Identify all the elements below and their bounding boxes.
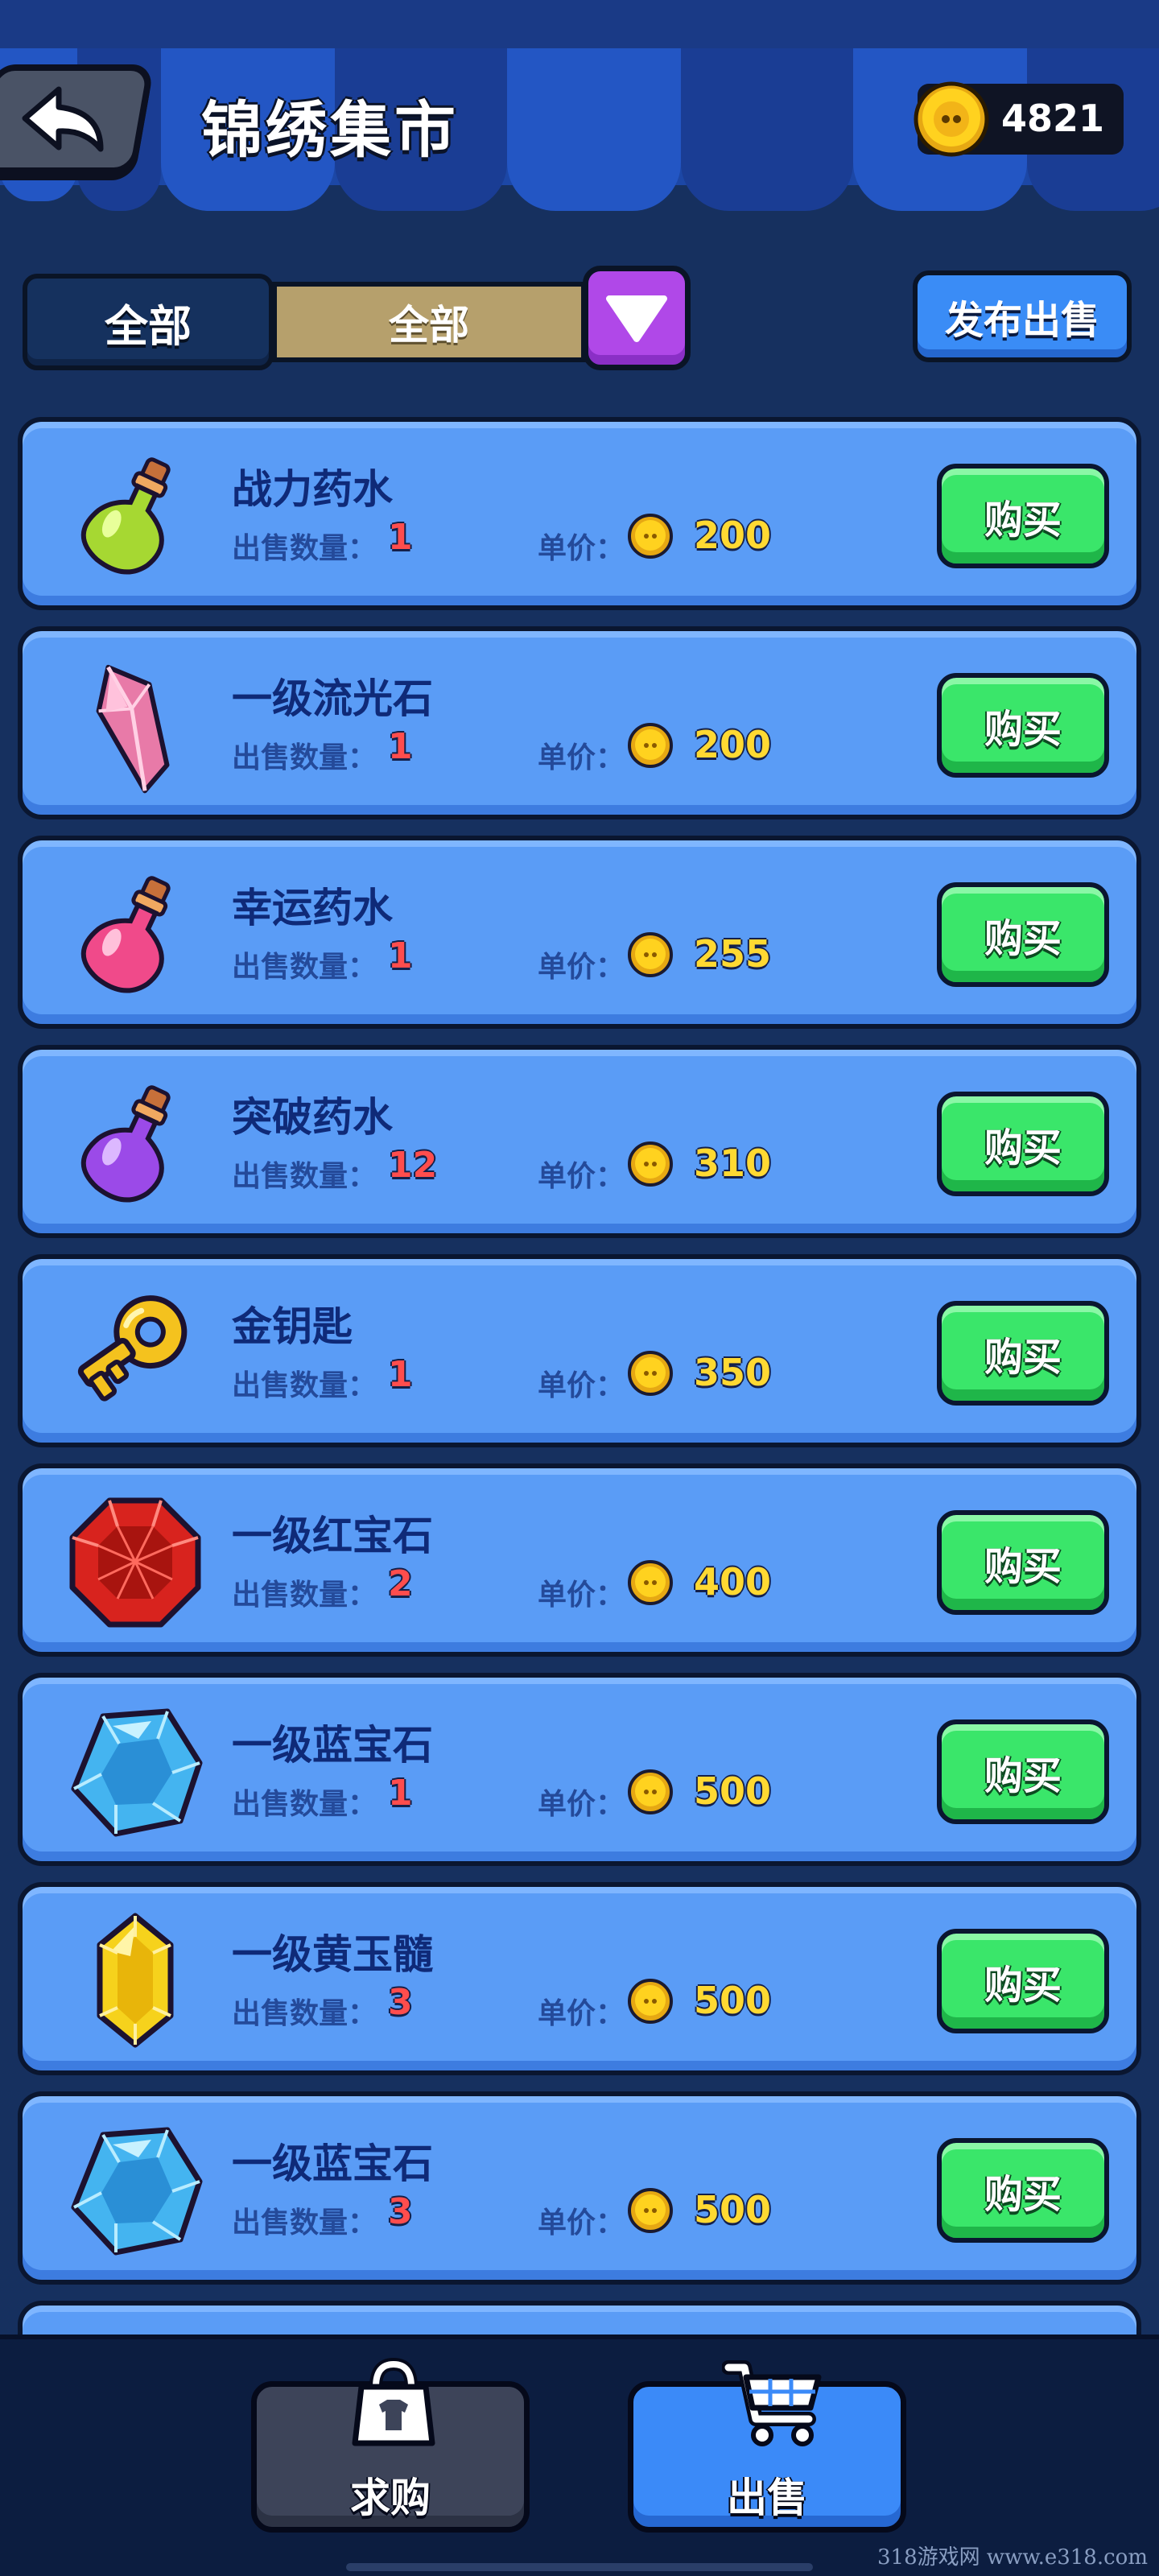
- tab-label: 出售: [727, 2475, 807, 2521]
- quantity-value: 1: [388, 726, 413, 767]
- quantity-label: 出售数量：: [232, 532, 377, 565]
- price-value: 500: [694, 1769, 772, 1813]
- gold-coin-icon: [628, 1769, 673, 1814]
- price-value: 500: [694, 2188, 772, 2231]
- unit-price-label: 单价：: [538, 532, 625, 565]
- red-gem-icon: [69, 1497, 201, 1628]
- quantity-label: 出售数量：: [232, 1997, 377, 2030]
- buy-button[interactable]: 购买: [937, 1719, 1109, 1824]
- price-value: 350: [694, 1351, 772, 1394]
- buy-button[interactable]: 购买: [937, 1301, 1109, 1406]
- unit-price-label: 单价：: [538, 2207, 625, 2240]
- green-potion-icon: [80, 457, 171, 575]
- list-item: 一级蓝宝石 出售数量： 1 单价： 500 购买: [18, 1673, 1141, 1866]
- item-name: 一级红宝石: [232, 1513, 433, 1559]
- buy-button[interactable]: 购买: [937, 1929, 1109, 2033]
- tab-purchase-request[interactable]: 求购: [251, 2357, 530, 2533]
- quantity-value: 1: [388, 935, 413, 976]
- shopping-bag-icon: [352, 2357, 435, 2446]
- quantity-label: 出售数量：: [232, 2207, 377, 2240]
- cart-icon: [722, 2360, 822, 2446]
- quantity-value: 2: [388, 1563, 413, 1604]
- buy-button[interactable]: 购买: [937, 464, 1109, 568]
- golden-key-icon: [77, 1295, 188, 1402]
- unit-price-label: 单价：: [538, 741, 625, 774]
- gold-coin-icon: [628, 932, 673, 977]
- quantity-label: 出售数量：: [232, 1160, 377, 1193]
- price-value: 200: [694, 514, 772, 557]
- quantity-label: 出售数量：: [232, 741, 377, 774]
- quantity-value: 3: [388, 2191, 413, 2232]
- list-item: 幸运药水 出售数量： 1 单价： 255 购买: [18, 836, 1141, 1029]
- buy-button[interactable]: 购买: [937, 1092, 1109, 1196]
- pink-potion-icon: [80, 876, 171, 993]
- buy-button[interactable]: 购买: [937, 2138, 1109, 2243]
- gold-coin-icon: [628, 1560, 673, 1605]
- list-item: 一级红宝石 出售数量： 2 单价： 400 购买: [18, 1463, 1141, 1657]
- price-value: 200: [694, 723, 772, 766]
- item-name: 突破药水: [232, 1094, 393, 1141]
- list-item: 突破药水 出售数量： 12 单价： 310 购买: [18, 1045, 1141, 1238]
- list-item: 一级流光石 出售数量： 1 单价： 200 购买: [18, 626, 1141, 819]
- watermark: 318游戏网 www.e318.com: [877, 2545, 1148, 2570]
- bottom-tab-bar: 求购 出售: [0, 2334, 1159, 2576]
- list-item: 一级蓝宝石 出售数量： 3 单价： 500 购买: [18, 2091, 1141, 2285]
- home-indicator[interactable]: [346, 2563, 813, 2571]
- gold-coin-icon: [628, 514, 673, 559]
- price-value: 500: [694, 1979, 772, 2022]
- item-name: 幸运药水: [232, 885, 393, 931]
- unit-price-label: 单价：: [538, 1788, 625, 1821]
- pink-crystal-icon: [96, 664, 170, 794]
- tab-label: 求购: [350, 2475, 431, 2521]
- list-item: 战力药水 出售数量： 1 单价： 200 购买: [18, 417, 1141, 610]
- quantity-value: 1: [388, 517, 413, 558]
- gold-coin-icon: [628, 2188, 673, 2233]
- quantity-value: 12: [388, 1145, 438, 1186]
- quantity-value: 3: [388, 1982, 413, 2023]
- item-name: 金钥匙: [232, 1303, 353, 1350]
- price-value: 310: [694, 1141, 772, 1185]
- item-name: 一级蓝宝石: [232, 1722, 433, 1769]
- list-item: 金钥匙 出售数量： 1 单价： 350 购买: [18, 1254, 1141, 1447]
- tab-sell[interactable]: 出售: [628, 2360, 906, 2533]
- blue-gem-icon: [71, 2127, 203, 2256]
- unit-price-label: 单价：: [538, 1997, 625, 2030]
- item-name: 一级黄玉髓: [232, 1931, 433, 1978]
- quantity-label: 出售数量：: [232, 1788, 377, 1821]
- item-name: 一级流光石: [232, 675, 433, 722]
- unit-price-label: 单价：: [538, 1579, 625, 1612]
- price-value: 400: [694, 1560, 772, 1604]
- blue-gem-icon: [71, 1708, 203, 1837]
- item-list: 战力药水 出售数量： 1 单价： 200 购买 一级流光石 出售数量： 1 单价…: [0, 0, 1159, 2334]
- unit-price-label: 单价：: [538, 1160, 625, 1193]
- quantity-label: 出售数量：: [232, 1369, 377, 1402]
- gold-coin-icon: [628, 1979, 673, 2024]
- gold-coin-icon: [628, 1141, 673, 1187]
- buy-button[interactable]: 购买: [937, 882, 1109, 987]
- purple-potion-icon: [80, 1085, 171, 1203]
- item-name: 战力药水: [232, 466, 393, 513]
- buy-button[interactable]: 购买: [937, 673, 1109, 778]
- unit-price-label: 单价：: [538, 951, 625, 984]
- quantity-label: 出售数量：: [232, 1579, 377, 1612]
- gold-coin-icon: [628, 1351, 673, 1396]
- item-name: 一级蓝宝石: [232, 2140, 433, 2187]
- gold-coin-icon: [628, 723, 673, 768]
- list-item: [18, 2301, 1141, 2334]
- quantity-value: 1: [388, 1354, 413, 1395]
- quantity-value: 1: [388, 1773, 413, 1814]
- price-value: 255: [694, 932, 772, 976]
- quantity-label: 出售数量：: [232, 951, 377, 984]
- buy-button[interactable]: 购买: [937, 1510, 1109, 1615]
- unit-price-label: 单价：: [538, 1369, 625, 1402]
- yellow-gem-icon: [97, 1913, 174, 2048]
- list-item: 一级黄玉髓 出售数量： 3 单价： 500 购买: [18, 1882, 1141, 2075]
